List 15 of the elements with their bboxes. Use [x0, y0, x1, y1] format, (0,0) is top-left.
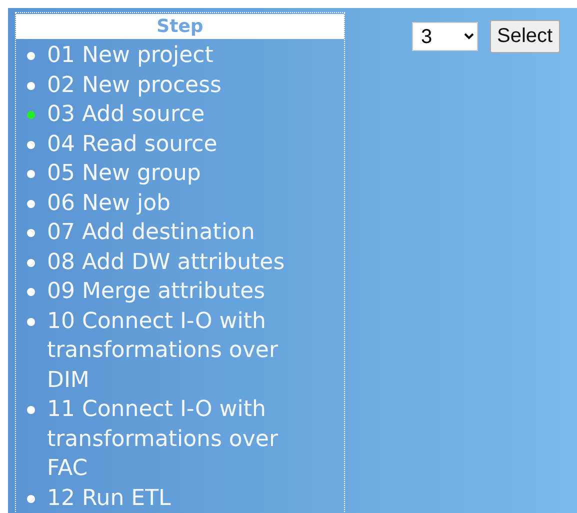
step-item[interactable]: 08 Add DW attributes [47, 248, 309, 277]
step-item[interactable]: 12 Run ETL [47, 484, 309, 513]
select-button[interactable]: Select [490, 20, 560, 53]
step-item[interactable]: 01 New project [47, 41, 309, 70]
step-item[interactable]: 10 Connect I-O with transformations over DIM [47, 306, 309, 395]
step-item[interactable]: 05 New group [47, 159, 309, 188]
step-item[interactable]: 02 New process [47, 70, 309, 100]
step-item[interactable]: 07 Add destination [47, 218, 309, 248]
step-dropdown[interactable]: 3 [412, 22, 478, 51]
panel-header: Step [16, 14, 344, 39]
step-item[interactable]: 06 New job [47, 188, 309, 218]
step-item[interactable]: 04 Read source [47, 130, 309, 159]
step-item[interactable]: 11 Connect I-O with transformations over FAC [47, 395, 309, 484]
step-item[interactable]: 09 Merge attributes [47, 277, 309, 306]
step-item[interactable]: 03 Add source [47, 100, 309, 130]
